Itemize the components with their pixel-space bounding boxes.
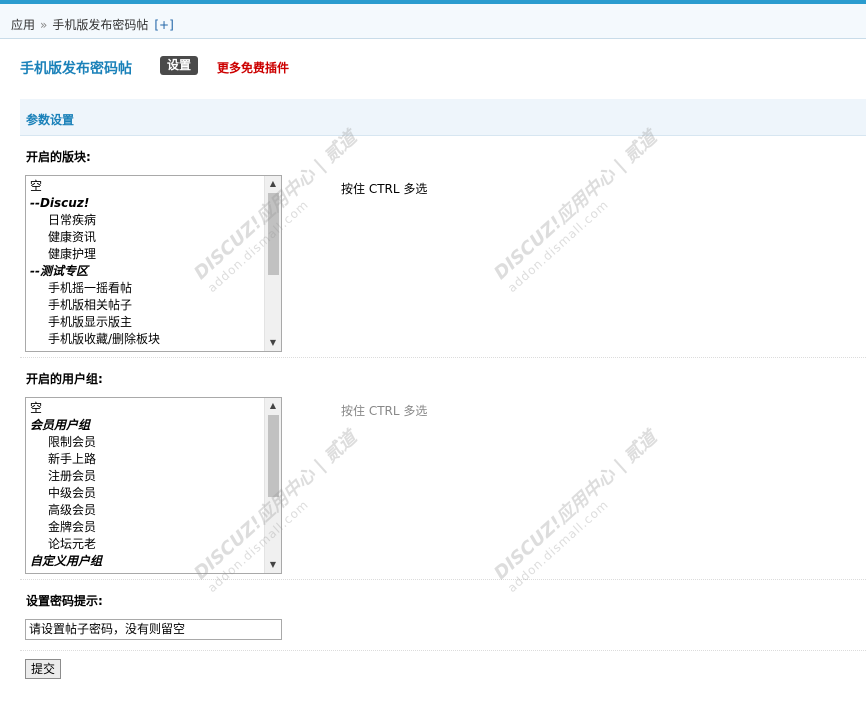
groups-hint: 按住 CTRL 多选 [341, 404, 428, 418]
select-option[interactable]: 日常疾病 [26, 212, 265, 229]
divider [20, 579, 866, 580]
breadcrumb: 应用 » 手机版发布密码帖 [+] [11, 16, 174, 33]
select-option[interactable]: 手机摇一摇看帖 [26, 280, 265, 297]
scroll-down-icon[interactable]: ▼ [265, 557, 281, 573]
groups-multiselect[interactable]: 空会员用户组 限制会员 新手上路 注册会员 中级会员 高级会员 金牌会员 论坛元老 自定义用户组… [25, 397, 282, 574]
divider [20, 357, 866, 358]
breadcrumb-current: 手机版发布密码帖 [52, 18, 149, 32]
forums-multiselect[interactable]: 空 --Discuz! 日常疾病 健康资讯 健康护理 --测试专区 手机摇一摇看帖 手机版相关… [25, 175, 282, 352]
select-option[interactable]: 空 [26, 400, 265, 417]
watermark: DISCUZ!应用中心 | 贰道 addon.dismall.com [490, 427, 661, 596]
more-plugins-link[interactable]: 更多免费插件 [217, 59, 289, 76]
scroll-up-icon[interactable]: ▲ [265, 176, 281, 192]
select-option[interactable]: 手机版显示版主 [26, 314, 265, 331]
groups-label: 开启的用户组: [26, 372, 103, 386]
select-option[interactable]: 中级会员 [26, 485, 265, 502]
select-option[interactable]: 空 [26, 178, 265, 195]
breadcrumb-root-link[interactable]: 应用 [11, 18, 35, 32]
select-option[interactable]: 限制会员 [26, 434, 265, 451]
option-group[interactable]: 自定义用户组 [26, 553, 265, 570]
option-group[interactable]: --测试专区 [26, 263, 265, 280]
select-option[interactable]: 健康护理 [26, 246, 265, 263]
select-option[interactable]: 新手上路 [26, 451, 265, 468]
scroll-up-icon[interactable]: ▲ [265, 398, 281, 414]
groups-scrollbar[interactable]: ▲ ▼ [264, 398, 281, 573]
breadcrumb-bar: 应用 » 手机版发布密码帖 [+] [0, 4, 866, 39]
tab-settings[interactable]: 设置 [160, 56, 199, 75]
scroll-thumb[interactable] [268, 415, 279, 497]
password-hint-input[interactable] [25, 619, 282, 640]
scroll-thumb[interactable] [268, 193, 279, 275]
select-option[interactable]: 高级会员 [26, 502, 265, 519]
option-group[interactable]: --Discuz! [26, 195, 265, 212]
forums-label: 开启的版块: [26, 150, 91, 164]
select-option[interactable]: 健康资讯 [26, 229, 265, 246]
submit-button[interactable]: 提交 [25, 659, 62, 679]
forums-scrollbar[interactable]: ▲ ▼ [264, 176, 281, 351]
select-option[interactable]: 金牌会员 [26, 519, 265, 536]
section-header: 参数设置 [20, 99, 866, 136]
add-to-menu-link[interactable]: [+] [154, 18, 173, 32]
plugin-title: 手机版发布密码帖 [20, 61, 132, 77]
divider [20, 650, 866, 651]
forums-options: 空 --Discuz! 日常疾病 健康资讯 健康护理 --测试专区 手机摇一摇看帖 手机版相关… [26, 178, 265, 348]
breadcrumb-separator: » [40, 18, 48, 32]
section-title: 参数设置 [26, 113, 75, 127]
password-hint-label: 设置密码提示: [26, 594, 103, 608]
groups-options: 空会员用户组 限制会员 新手上路 注册会员 中级会员 高级会员 金牌会员 论坛元老 自定义用户组 [26, 400, 265, 570]
select-option[interactable]: 手机版相关帖子 [26, 297, 265, 314]
option-group[interactable]: 会员用户组 [26, 417, 265, 434]
scroll-down-icon[interactable]: ▼ [265, 335, 281, 351]
forums-hint: 按住 CTRL 多选 [341, 182, 428, 196]
select-option[interactable]: 手机版收藏/删除板块 [26, 331, 265, 348]
select-option[interactable]: 论坛元老 [26, 536, 265, 553]
select-option[interactable]: 注册会员 [26, 468, 265, 485]
